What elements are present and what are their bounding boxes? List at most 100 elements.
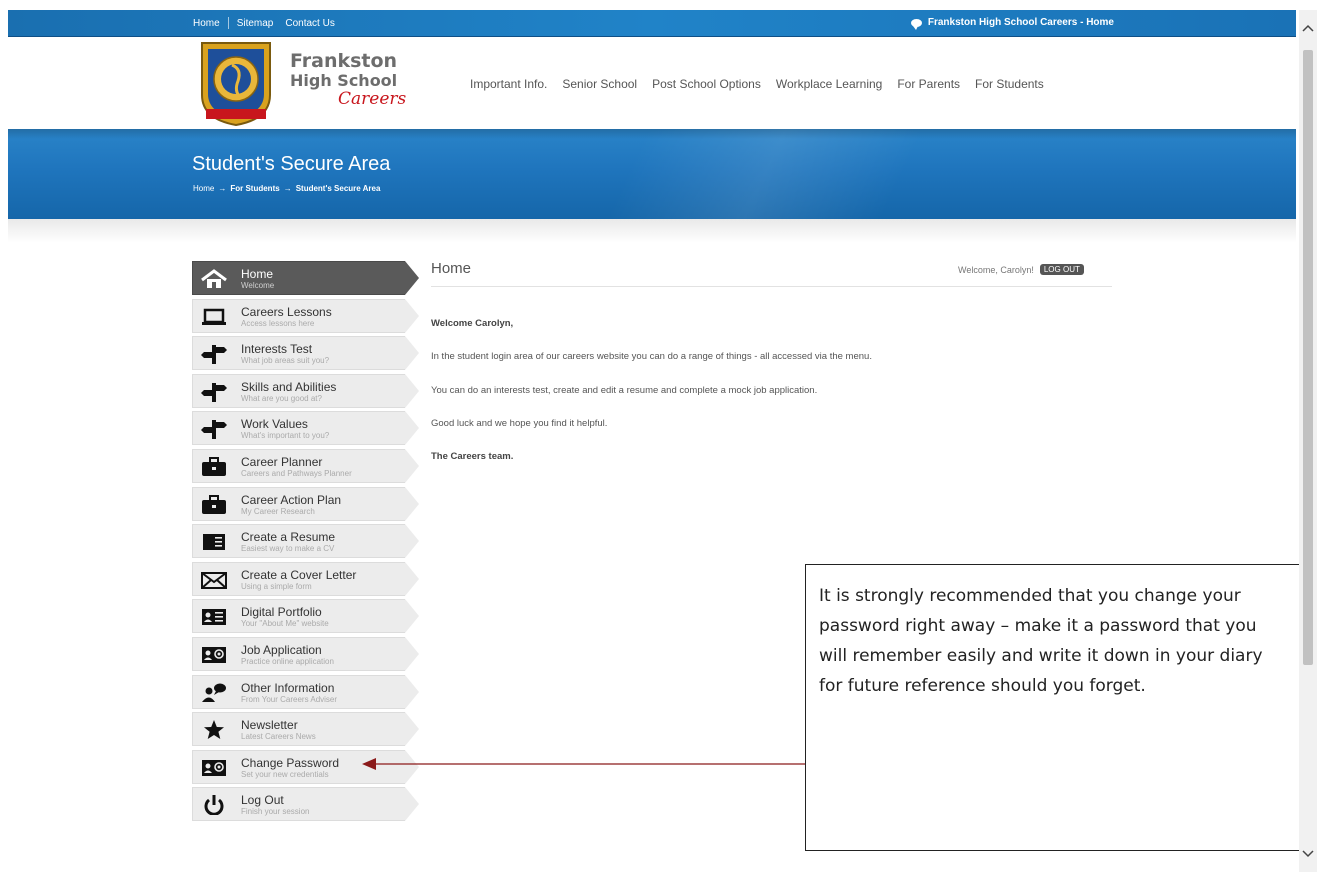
nav-workplace-learning[interactable]: Workplace Learning	[776, 77, 883, 91]
sidebar-item-label: Create a Resume	[241, 530, 336, 545]
banner-shadow	[8, 219, 1296, 243]
top-link-sitemap[interactable]: Sitemap	[237, 18, 274, 29]
sidebar-item-home[interactable]: Home Welcome	[192, 261, 419, 295]
signpost-icon	[201, 419, 227, 440]
sidebar-item-label: Log Out	[241, 793, 284, 808]
sidebar-item-interests-test[interactable]: Interests Test What job areas suit you?	[192, 336, 419, 371]
contact-card-icon	[201, 645, 227, 665]
briefcase-icon	[201, 494, 227, 515]
breadcrumb-separator: →	[283, 184, 292, 193]
nav-for-students[interactable]: For Students	[975, 77, 1044, 91]
sidebar-item-career-action-plan[interactable]: Career Action Plan My Career Research	[192, 486, 419, 521]
greeting-text: Welcome Carolyn,	[431, 318, 514, 329]
sidebar-item-label: Newsletter	[241, 718, 298, 733]
top-link-contact[interactable]: Contact Us	[285, 18, 334, 29]
envelope-icon	[201, 570, 227, 590]
sidebar-item-label: Career Action Plan	[241, 492, 342, 507]
contact-card-icon	[201, 758, 227, 778]
sidebar-item-label: Career Planner	[241, 454, 323, 469]
paragraph-menu-info: In the student login area of our careers…	[431, 351, 872, 362]
arrow-pointer-icon	[362, 758, 805, 770]
welcome-text: Welcome, Carolyn!	[958, 264, 1034, 275]
sidebar-item-other-information[interactable]: Other Information From Your Careers Advi…	[192, 674, 419, 709]
sidebar-item-label: Digital Portfolio	[241, 605, 322, 620]
scroll-up-button[interactable]	[1299, 10, 1317, 46]
sidebar-item-sub: Access lessons here	[241, 318, 315, 328]
laptop-icon	[201, 307, 227, 327]
document-icon	[201, 532, 227, 552]
school-crest-icon[interactable]	[196, 39, 276, 127]
sidebar-item-label: Work Values	[241, 417, 308, 432]
main-nav: Important Info. Senior School Post Schoo…	[470, 77, 1044, 91]
sidebar-item-label: Careers Lessons	[241, 304, 332, 319]
logo-line-frankston: Frankston	[290, 50, 398, 72]
sidebar-item-label: Other Information	[241, 680, 335, 695]
sidebar-item-sub: Practice online application	[241, 656, 334, 666]
signoff-text: The Careers team.	[431, 451, 514, 462]
sidebar-item-log-out[interactable]: Log Out Finish your session	[192, 787, 419, 822]
student-sidebar-menu: Home Welcome Careers Lessons Access less…	[192, 261, 419, 825]
divider	[431, 286, 1112, 287]
sidebar-item-sub: Finish your session	[241, 807, 310, 817]
sidebar-item-careers-lessons[interactable]: Careers Lessons Access lessons here	[192, 298, 419, 333]
logo-wordmark[interactable]: Frankston High School Careers	[290, 51, 406, 108]
sidebar-item-label: Job Application	[241, 642, 322, 657]
sidebar-item-sub: From Your Careers Adviser	[241, 694, 338, 704]
nav-for-parents[interactable]: For Parents	[897, 77, 960, 91]
sidebar-item-sub: Welcome	[241, 281, 275, 290]
sidebar-item-label: Home	[241, 267, 274, 281]
sidebar-item-digital-portfolio[interactable]: Digital Portfolio Your "About Me" websit…	[192, 599, 419, 634]
chevron-up-icon	[1302, 24, 1314, 32]
sidebar-item-sub: Set your new credentials	[241, 769, 329, 779]
breadcrumb-home[interactable]: Home	[193, 184, 214, 193]
scroll-down-button[interactable]	[1299, 836, 1317, 872]
sidebar-item-label: Interests Test	[241, 342, 313, 357]
nav-post-school-options[interactable]: Post School Options	[652, 77, 761, 91]
site-home-link[interactable]: Frankston High School Careers - Home	[910, 17, 1114, 30]
id-card-icon	[201, 607, 227, 627]
breadcrumb-current: Student's Secure Area	[295, 184, 381, 193]
top-link-home[interactable]: Home	[193, 18, 220, 29]
sidebar-item-create-a-cover-letter[interactable]: Create a Cover Letter Using a simple for…	[192, 561, 419, 596]
logout-button[interactable]: LOG OUT	[1039, 264, 1084, 275]
top-utility-bar: Home Sitemap Contact Us Frankston High S…	[8, 10, 1296, 37]
page-title: Student's Secure Area	[192, 153, 391, 175]
callout-text: It is strongly recommended that you chan…	[819, 586, 1263, 696]
sidebar-item-sub: Using a simple form	[241, 581, 312, 591]
sidebar-item-sub: Latest Careers News	[241, 732, 316, 742]
briefcase-icon	[201, 456, 227, 477]
sidebar-item-work-values[interactable]: Work Values What's important to you?	[192, 411, 419, 446]
scrollbar-thumb[interactable]	[1303, 50, 1313, 665]
breadcrumb: Home → For Students → Student's Secure A…	[193, 184, 380, 193]
sidebar-item-sub: What job areas suit you?	[241, 356, 330, 366]
site-header: Frankston High School Careers Important …	[8, 37, 1296, 129]
house-icon	[201, 269, 227, 289]
breadcrumb-for-students[interactable]: For Students	[230, 184, 279, 193]
signpost-icon	[201, 382, 227, 402]
sidebar-item-label: Create a Cover Letter	[241, 567, 357, 582]
content-title: Home	[431, 260, 472, 277]
divider	[227, 17, 229, 29]
star-icon	[201, 720, 227, 740]
sidebar-item-job-application[interactable]: Job Application Practice online applicat…	[192, 636, 419, 671]
paragraph-activities: You can do an interests test, create and…	[431, 385, 818, 396]
site-home-label: Frankston High School Careers - Home	[927, 17, 1114, 28]
sidebar-item-label: Change Password	[241, 755, 340, 770]
person-chat-icon	[201, 683, 227, 703]
sidebar-item-skills-and-abilities[interactable]: Skills and Abilities What are you good a…	[192, 373, 419, 408]
speech-bubble-icon	[910, 18, 922, 30]
vertical-scrollbar[interactable]	[1299, 10, 1317, 872]
sidebar-item-create-a-resume[interactable]: Create a Resume Easiest way to make a CV	[192, 524, 419, 559]
sidebar-item-newsletter[interactable]: Newsletter Latest Careers News	[192, 712, 419, 747]
sidebar-item-sub: Careers and Pathways Planner	[241, 468, 352, 478]
nav-important-info[interactable]: Important Info.	[470, 77, 547, 91]
sidebar-item-sub: Your "About Me" website	[241, 619, 329, 629]
nav-senior-school[interactable]: Senior School	[562, 77, 637, 91]
sidebar-item-sub: My Career Research	[241, 506, 315, 516]
breadcrumb-separator: →	[218, 184, 227, 193]
sidebar-item-career-planner[interactable]: Career Planner Careers and Pathways Plan…	[192, 448, 419, 483]
top-links: Home Sitemap Contact Us	[193, 17, 335, 29]
logo-line-careers: Careers	[338, 89, 407, 109]
paragraph-good-luck: Good luck and we hope you find it helpfu…	[431, 418, 608, 429]
welcome-area: Welcome, Carolyn! LOG OUT	[958, 264, 1084, 275]
